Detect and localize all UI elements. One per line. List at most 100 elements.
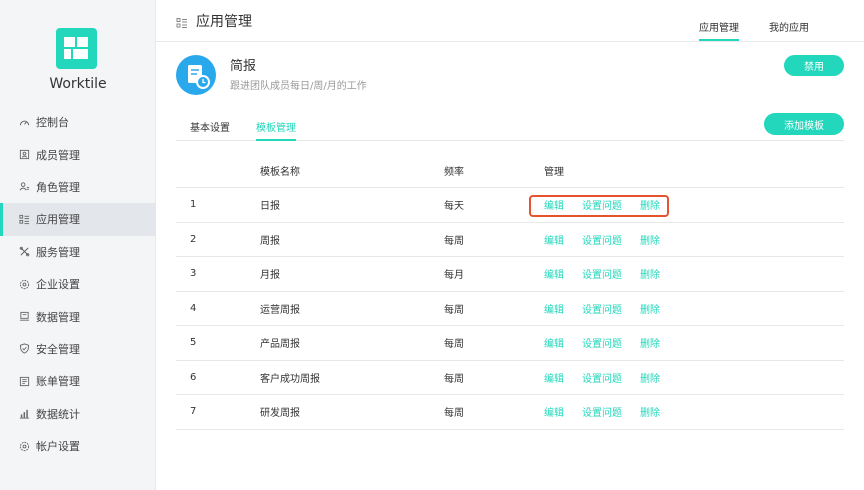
sidebar-item-label: 成员管理	[36, 148, 80, 162]
template-frequency: 每周	[444, 235, 464, 247]
edit-link[interactable]: 编辑	[544, 232, 564, 247]
shield-icon	[18, 343, 30, 355]
template-name: 运营周报	[260, 304, 300, 316]
brand-name: Worktile	[49, 76, 107, 92]
app-description: 跟进团队成员每日/周/月的工作	[230, 81, 367, 92]
tab-basic-settings[interactable]: 基本设置	[190, 119, 230, 141]
sidebar-nav: 控制台 成员管理 角色管理 应用管理 服务管理 企业设置 数据管理 安全管理 账…	[0, 106, 156, 462]
sidebar-item-security[interactable]: 安全管理	[0, 333, 156, 365]
sidebar-item-label: 数据统计	[36, 407, 80, 421]
row-index: 4	[190, 302, 197, 314]
data-icon	[18, 311, 30, 323]
sidebar-item-enterprise[interactable]: 企业设置	[0, 268, 156, 300]
row-index: 5	[190, 337, 197, 349]
sidebar-item-label: 帐户设置	[36, 440, 80, 454]
table-row: 6 客户成功周报 每周 编辑 设置问题 删除	[176, 361, 844, 395]
apps-icon	[176, 14, 188, 28]
sidebar-item-label: 安全管理	[36, 342, 80, 356]
edit-link[interactable]: 编辑	[544, 266, 564, 281]
edit-link[interactable]: 编辑	[544, 370, 564, 385]
sidebar-item-label: 账单管理	[36, 375, 80, 389]
column-header-name: 模板名称	[260, 167, 300, 178]
sidebar-item-dashboard[interactable]: 控制台	[0, 106, 156, 138]
table-row: 2 周报 每周 编辑 设置问题 删除	[176, 223, 844, 257]
report-app-icon	[176, 55, 216, 95]
sidebar-item-apps[interactable]: 应用管理	[0, 203, 156, 236]
row-index: 1	[190, 199, 197, 211]
template-frequency: 每周	[444, 304, 464, 316]
edit-link[interactable]: 编辑	[544, 404, 564, 419]
template-table: 模板名称 频率 管理 1 日报 每天 编辑 设置问题 删除 2 周报 每周 编辑…	[176, 154, 844, 430]
sub-tabs: 基本设置 模板管理	[176, 112, 844, 141]
sidebar-item-stats[interactable]: 数据统计	[0, 398, 156, 430]
column-header-management: 管理	[544, 167, 564, 178]
delete-link[interactable]: 删除	[640, 370, 660, 385]
stats-icon	[18, 408, 30, 420]
table-row: 1 日报 每天 编辑 设置问题 删除	[176, 188, 844, 223]
template-frequency: 每天	[444, 201, 464, 213]
set-questions-link[interactable]: 设置问题	[582, 232, 622, 247]
table-row: 3 月报 每月 编辑 设置问题 删除	[176, 257, 844, 292]
sidebar-item-billing[interactable]: 账单管理	[0, 365, 156, 397]
add-template-button[interactable]: 添加模板	[764, 113, 844, 135]
delete-link[interactable]: 删除	[640, 232, 660, 247]
tab-template-management[interactable]: 模板管理	[256, 119, 296, 141]
row-index: 6	[190, 371, 197, 383]
template-frequency: 每周	[444, 339, 464, 351]
edit-link[interactable]: 编辑	[544, 335, 564, 350]
delete-link[interactable]: 删除	[640, 335, 660, 350]
row-actions: 编辑 设置问题 删除	[544, 326, 678, 360]
sidebar-item-label: 企业设置	[36, 278, 80, 292]
row-index: 3	[190, 268, 197, 280]
settings-icon	[18, 278, 30, 290]
sidebar-item-services[interactable]: 服务管理	[0, 236, 156, 268]
row-actions: 编辑 设置问题 删除	[544, 257, 678, 291]
sidebar-item-label: 应用管理	[36, 213, 80, 227]
set-questions-link[interactable]: 设置问题	[582, 197, 622, 212]
row-actions: 编辑 设置问题 删除	[544, 395, 678, 429]
sidebar-item-members[interactable]: 成员管理	[0, 138, 156, 170]
set-questions-link[interactable]: 设置问题	[582, 370, 622, 385]
template-name: 客户成功周报	[260, 373, 320, 385]
sidebar-item-label: 数据管理	[36, 310, 80, 324]
table-header: 模板名称 频率 管理	[176, 154, 844, 188]
row-actions: 编辑 设置问题 删除	[544, 223, 678, 257]
edit-link[interactable]: 编辑	[544, 197, 564, 212]
template-frequency: 每月	[444, 270, 464, 282]
role-icon	[18, 181, 30, 193]
app-title: 简报	[230, 59, 257, 74]
delete-link[interactable]: 删除	[640, 197, 660, 212]
template-name: 日报	[260, 201, 280, 213]
account-icon	[18, 440, 30, 452]
disable-button[interactable]: 禁用	[784, 55, 844, 76]
table-row: 4 运营周报 每周 编辑 设置问题 删除	[176, 292, 844, 326]
edit-link[interactable]: 编辑	[544, 301, 564, 316]
set-questions-link[interactable]: 设置问题	[582, 266, 622, 281]
row-actions: 编辑 设置问题 删除	[544, 188, 678, 222]
set-questions-link[interactable]: 设置问题	[582, 404, 622, 419]
page-header: 应用管理 应用管理 我的应用	[156, 0, 864, 42]
tab-app-management[interactable]: 应用管理	[699, 19, 739, 41]
template-name: 周报	[260, 235, 280, 247]
sidebar-item-data[interactable]: 数据管理	[0, 300, 156, 332]
row-index: 2	[190, 233, 197, 245]
apps-icon	[18, 213, 30, 225]
worktile-logo[interactable]	[56, 28, 97, 69]
sidebar: Worktile 控制台 成员管理 角色管理 应用管理 服务管理 企业设置 数据	[0, 0, 156, 490]
tab-my-apps[interactable]: 我的应用	[769, 19, 809, 41]
sidebar-item-roles[interactable]: 角色管理	[0, 171, 156, 203]
set-questions-link[interactable]: 设置问题	[582, 301, 622, 316]
delete-link[interactable]: 删除	[640, 266, 660, 281]
column-header-frequency: 频率	[444, 167, 464, 178]
sidebar-item-account[interactable]: 帐户设置	[0, 430, 156, 462]
template-name: 月报	[260, 270, 280, 282]
bill-icon	[18, 375, 30, 387]
sidebar-item-label: 服务管理	[36, 245, 80, 259]
delete-link[interactable]: 删除	[640, 301, 660, 316]
row-index: 7	[190, 406, 197, 418]
dashboard-icon	[18, 116, 30, 128]
table-row: 5 产品周报 每周 编辑 设置问题 删除	[176, 326, 844, 361]
page-title: 应用管理	[196, 14, 252, 30]
delete-link[interactable]: 删除	[640, 404, 660, 419]
set-questions-link[interactable]: 设置问题	[582, 335, 622, 350]
